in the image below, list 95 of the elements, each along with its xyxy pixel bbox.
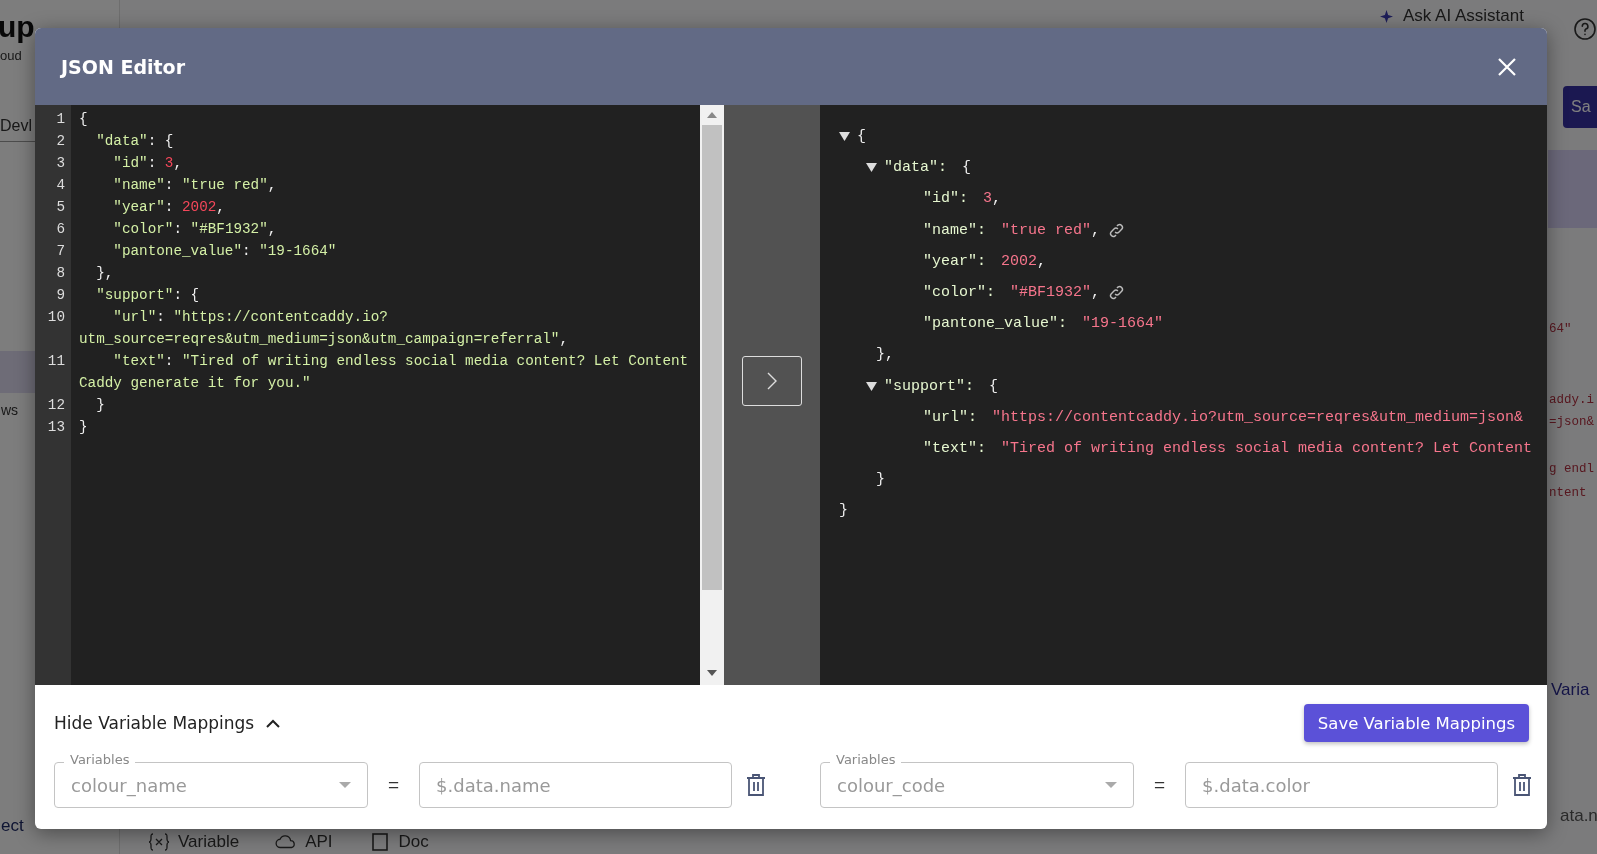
json-key: "support": (884, 377, 974, 395)
code-line: "id": 3, (112, 154, 183, 173)
brand-subtitle: oud (0, 48, 22, 63)
trash-icon[interactable] (1512, 773, 1533, 797)
line-number: 9 (55, 286, 65, 305)
json-value: "Tired of writing endless social media content? Let Content (1001, 439, 1533, 457)
code-line: "text": "Tired of writing endless social media content? Let Content Caddy generate it for you." (79, 352, 690, 393)
code-text: g endl (1549, 462, 1594, 476)
json-key: "url": (923, 408, 977, 426)
field-label: Variables (64, 752, 136, 767)
mappings-toggle[interactable]: Hide Variable Mappings (54, 713, 281, 733)
expand-triangle-icon[interactable] (866, 380, 877, 392)
trash-icon[interactable] (746, 773, 767, 797)
line-number: 3 (55, 154, 65, 173)
json-value: "#BF1932" (1010, 284, 1092, 302)
line-number: 6 (55, 220, 65, 239)
comma: , (1037, 252, 1047, 270)
code-line: "support": { (95, 286, 201, 305)
json-key: "year": (923, 252, 986, 270)
scroll-up-icon[interactable] (707, 112, 717, 118)
comma: , (992, 190, 1002, 208)
expand-triangle-icon[interactable] (866, 162, 877, 174)
scrollbar[interactable] (700, 105, 724, 685)
save-button[interactable]: Sa (1563, 86, 1597, 128)
line-number: 13 (46, 418, 65, 437)
input-field[interactable]: ata.n (1560, 806, 1597, 826)
chevron-up-icon (266, 718, 281, 728)
json-value: 2002 (1001, 252, 1038, 270)
line-number: 12 (46, 396, 65, 415)
line-number: 4 (55, 176, 65, 195)
comma: , (1091, 284, 1101, 302)
json-brace: { (989, 377, 999, 395)
code-line: "pantone_value": "19-1664" (112, 242, 338, 261)
scrollbar-thumb[interactable] (702, 125, 722, 590)
sidebar-item[interactable]: ws (1, 402, 19, 418)
caret-icon (1105, 782, 1117, 788)
link-icon[interactable] (1108, 221, 1126, 239)
json-key: "id": (923, 190, 968, 208)
close-icon[interactable] (1497, 56, 1517, 77)
line-number: 10 (46, 308, 65, 327)
path-input[interactable]: $.data.name (419, 762, 733, 808)
json-brace: { (962, 159, 972, 177)
json-brace: } (839, 502, 848, 520)
sidebar-link[interactable]: ect (1, 816, 24, 836)
code-text: ntent (1549, 486, 1587, 500)
dialog-title: JSON Editor (61, 55, 186, 78)
code-line: }, (95, 264, 115, 283)
save-button[interactable]: Save Variable Mappings (1303, 704, 1529, 742)
comma: , (1091, 221, 1101, 239)
json-value: "true red" (1001, 221, 1092, 239)
line-number: 11 (46, 352, 65, 371)
code-text: addy.i (1549, 393, 1594, 407)
json-value: "https://contentcaddy.io?utm_source=reqres&utm_medium=json& (992, 408, 1524, 426)
json-key: "text": (923, 439, 986, 457)
json-brace: }, (876, 346, 894, 364)
convert-button[interactable] (742, 356, 802, 406)
chevron-right-icon (767, 372, 777, 390)
equals-sign: = (388, 774, 400, 796)
line-number: 5 (55, 198, 65, 217)
toolbar-button[interactable]: Doc (368, 832, 429, 852)
field-label: Variables (830, 752, 902, 767)
code-text: =json& (1549, 415, 1594, 429)
json-value: "19-1664" (1082, 315, 1164, 333)
json-key: "color": (923, 284, 995, 302)
code-line: "year": 2002, (112, 198, 226, 217)
variable-icon (148, 832, 170, 852)
line-number: 8 (55, 264, 65, 283)
code-text: 64" (1549, 322, 1572, 336)
toolbar-button[interactable]: Variable (148, 832, 240, 852)
json-key: "pantone_value": (923, 315, 1068, 333)
json-brace: { (857, 128, 866, 146)
sparkle-icon (1380, 10, 1393, 23)
line-number: 7 (55, 242, 65, 261)
code-line: "color": "#BF1932", (112, 220, 278, 239)
json-value: 3 (983, 190, 993, 208)
json-key: "data": (884, 159, 947, 177)
code-line: } (79, 418, 89, 437)
assistant-link[interactable]: Ask AI Assistant (1403, 6, 1524, 26)
equals-sign: = (1154, 774, 1166, 796)
code-line: "url": "https://contentcaddy.io?utm_source=reqres&utm_medium=json&utm_campaign=referral", (79, 308, 570, 349)
caret-icon (339, 782, 351, 788)
scroll-down-icon[interactable] (707, 670, 717, 676)
code-line: "data": { (95, 132, 175, 151)
link-icon[interactable] (1108, 284, 1126, 302)
link[interactable]: Varia (1551, 680, 1590, 700)
code-line: } (95, 396, 106, 415)
path-input[interactable]: $.data.color (1185, 762, 1499, 808)
code-line: { (79, 110, 89, 129)
help-icon[interactable] (1573, 17, 1597, 41)
code-line: "name": "true red", (112, 176, 278, 195)
json-key: "name": (923, 221, 986, 239)
brand-name: up (0, 10, 35, 44)
expand-triangle-icon[interactable] (839, 131, 850, 143)
toolbar-button[interactable]: API (275, 832, 333, 852)
json-brace: } (876, 471, 885, 489)
